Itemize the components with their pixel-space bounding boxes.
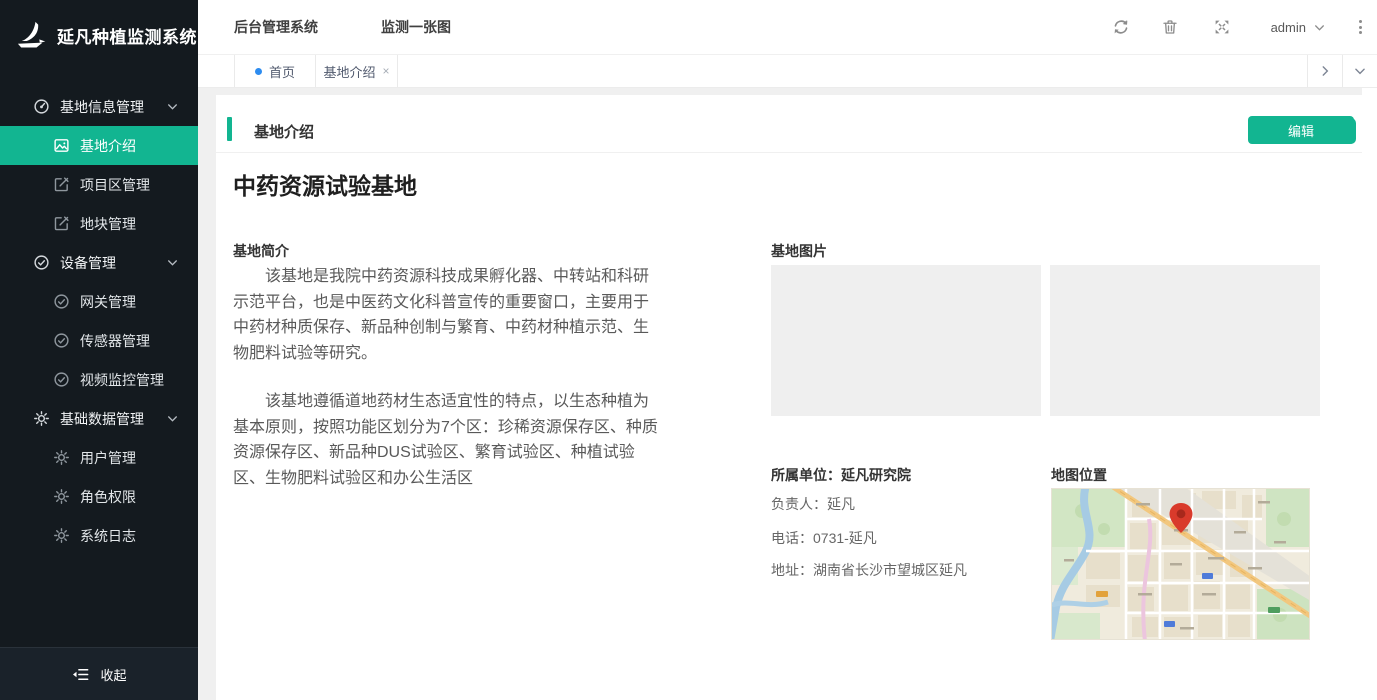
check-circle-icon <box>53 371 70 388</box>
gear-icon <box>53 449 70 466</box>
card-scrollbar-thumb[interactable] <box>1346 118 1356 144</box>
intro-paragraph-2: 该基地遵循道地药材生态适宜性的特点，以生态种植为基本原则，按照功能区划分为7个区… <box>233 389 661 491</box>
sidebar-item-label: 角色权限 <box>80 487 136 507</box>
sidebar-item-label: 基础数据管理 <box>60 409 144 429</box>
sidebar-item-label: 基地信息管理 <box>60 97 144 117</box>
sidebar-item-user-management[interactable]: 用户管理 <box>0 438 198 477</box>
sailboat-logo-icon <box>13 18 48 53</box>
sidebar-item-project-area-management[interactable]: 项目区管理 <box>0 165 198 204</box>
chevron-right-icon <box>1318 64 1332 78</box>
section-title: 基地介绍 <box>254 121 314 142</box>
sidebar-item-label: 网关管理 <box>80 292 136 312</box>
user-menu[interactable]: admin <box>1271 20 1326 35</box>
sidebar-item-role-permissions[interactable]: 角色权限 <box>0 477 198 516</box>
sidebar-item-base-intro[interactable]: 基地介绍 <box>0 126 198 165</box>
header-actions: admin <box>1112 17 1377 37</box>
chevron-down-icon <box>1353 64 1367 78</box>
app-logo: 延凡种植监测系统 <box>0 0 198 70</box>
info-phone: 电话：0731-延凡 <box>771 528 877 548</box>
chevron-down-icon <box>1313 21 1326 34</box>
divider <box>216 152 1362 153</box>
sidebar: 延凡种植监测系统 基地信息管理 基地介绍 项目区管理 地块管理 <box>0 0 198 700</box>
sidebar-item-label: 用户管理 <box>80 448 136 468</box>
scrollbar-track <box>1362 88 1377 700</box>
gear-icon <box>33 410 50 427</box>
active-tab-dot <box>255 68 262 75</box>
sidebar-item-base-info-management[interactable]: 基地信息管理 <box>0 87 198 126</box>
sidebar-item-label: 视频监控管理 <box>80 370 164 390</box>
check-circle-icon <box>53 293 70 310</box>
collapse-label: 收起 <box>100 665 126 684</box>
tab-bar-fill <box>398 55 1307 87</box>
sidebar-item-label: 传感器管理 <box>80 331 150 351</box>
info-address: 地址：湖南省长沙市望城区延凡 <box>771 560 967 580</box>
tab-home[interactable]: 首页 <box>235 55 316 87</box>
sidebar-item-device-management[interactable]: 设备管理 <box>0 243 198 282</box>
chevron-down-icon <box>166 100 179 113</box>
sidebar-item-basic-data-management[interactable]: 基础数据管理 <box>0 399 198 438</box>
map-label: 地图位置 <box>1051 465 1107 485</box>
refresh-icon[interactable] <box>1112 18 1130 36</box>
header-nav: 后台管理系统 监测一张图 <box>198 17 451 37</box>
sidebar-item-label: 系统日志 <box>80 526 136 546</box>
base-image-placeholder-2 <box>1050 265 1320 416</box>
tabs-menu-button[interactable] <box>1342 55 1377 87</box>
tab-label: 基地介绍 <box>323 62 375 81</box>
trash-icon[interactable] <box>1161 18 1179 36</box>
tab-bar: 首页 基地介绍 × <box>198 55 1377 88</box>
username: admin <box>1271 20 1306 35</box>
gear-icon <box>53 527 70 544</box>
intro-paragraph-1: 该基地是我院中药资源科技成果孵化器、中转站和科研示范平台，也是中医药文化科普宣传… <box>233 264 661 366</box>
image-icon <box>53 137 70 154</box>
gear-icon <box>53 488 70 505</box>
app-title: 延凡种植监测系统 <box>57 23 197 48</box>
intro-label: 基地简介 <box>233 241 289 261</box>
sidebar-item-label: 基地介绍 <box>80 136 136 156</box>
tab-bar-spacer <box>198 55 235 87</box>
images-label: 基地图片 <box>771 241 827 261</box>
fullscreen-icon[interactable] <box>1213 18 1231 36</box>
tab-label: 首页 <box>269 62 295 81</box>
edit-icon <box>53 215 70 232</box>
base-image-placeholder-1 <box>771 265 1041 416</box>
sidebar-item-video-monitoring-management[interactable]: 视频监控管理 <box>0 360 198 399</box>
top-header: 后台管理系统 监测一张图 admin <box>198 0 1377 55</box>
tab-base-intro[interactable]: 基地介绍 × <box>316 55 398 87</box>
edit-icon <box>53 176 70 193</box>
page-title: 中药资源试验基地 <box>233 167 417 201</box>
more-options-icon[interactable] <box>1356 17 1365 37</box>
collapse-menu-icon <box>71 665 90 684</box>
sidebar-menu: 基地信息管理 基地介绍 项目区管理 地块管理 设备管理 <box>0 70 198 555</box>
dashboard-icon <box>33 98 50 115</box>
map-image[interactable] <box>1051 488 1310 640</box>
sidebar-item-sensor-management[interactable]: 传感器管理 <box>0 321 198 360</box>
content-area: 基地介绍 编辑 中药资源试验基地 基地简介 该基地是我院中药资源科技成果孵化器、… <box>198 88 1377 700</box>
edit-button[interactable]: 编辑 <box>1248 116 1354 144</box>
check-circle-icon <box>33 254 50 271</box>
chevron-down-icon <box>166 412 179 425</box>
info-unit: 所属单位：延凡研究院 <box>771 465 911 485</box>
sidebar-item-system-log[interactable]: 系统日志 <box>0 516 198 555</box>
section-accent-bar <box>227 117 232 141</box>
close-icon[interactable]: × <box>383 65 390 77</box>
sidebar-item-gateway-management[interactable]: 网关管理 <box>0 282 198 321</box>
chevron-down-icon <box>166 256 179 269</box>
sidebar-item-label: 项目区管理 <box>80 175 150 195</box>
sidebar-item-label: 设备管理 <box>60 253 116 273</box>
nav-backend-system[interactable]: 后台管理系统 <box>234 17 318 37</box>
sidebar-item-label: 地块管理 <box>80 214 136 234</box>
tabs-scroll-right-button[interactable] <box>1307 55 1342 87</box>
base-intro-card: 基地介绍 编辑 中药资源试验基地 基地简介 该基地是我院中药资源科技成果孵化器、… <box>216 95 1362 700</box>
check-circle-icon <box>53 332 70 349</box>
nav-monitoring-map[interactable]: 监测一张图 <box>381 17 451 37</box>
info-manager: 负责人：延凡 <box>771 494 855 514</box>
sidebar-item-plot-management[interactable]: 地块管理 <box>0 204 198 243</box>
sidebar-collapse-button[interactable]: 收起 <box>0 647 198 700</box>
